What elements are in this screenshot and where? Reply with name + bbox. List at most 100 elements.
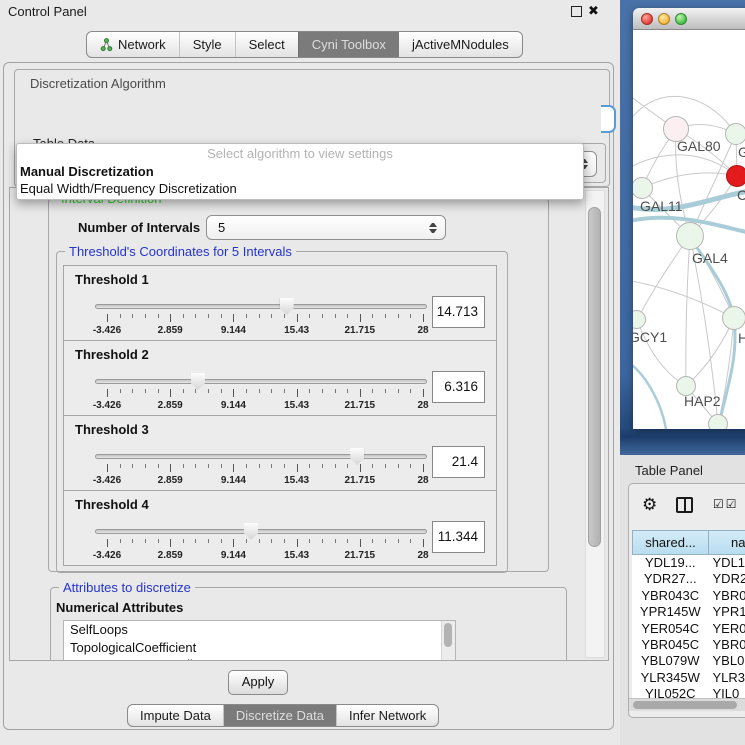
cyni-bottom-tabs: Impute Data Discretize Data Infer Networ… xyxy=(127,704,439,727)
threshold-2-slider[interactable]: -3.4262.8599.14415.4321.71528 xyxy=(95,374,427,414)
slider-thumb[interactable] xyxy=(191,373,205,390)
tab-infer-network[interactable]: Infer Network xyxy=(336,705,438,726)
network-window-titlebar[interactable] xyxy=(633,8,745,30)
slider-track xyxy=(95,454,427,459)
table-row[interactable]: YIL052CYIL0 xyxy=(632,686,745,698)
table-row[interactable]: YDR27...YDR2 xyxy=(632,571,745,587)
slider-ticks xyxy=(107,464,423,474)
slider-tick-labels: -3.4262.8599.14415.4321.71528 xyxy=(107,550,423,562)
slider-ticks xyxy=(107,539,423,549)
number-of-intervals-combobox[interactable]: 5 xyxy=(206,215,446,240)
table-row[interactable]: YLR345WYLR3 xyxy=(632,670,745,686)
threshold-2-value-field[interactable]: 6.316 xyxy=(432,371,485,403)
table-browser: ⚙ ☑☑ shared... na YDL19...YDL1 YDR27...Y… xyxy=(628,483,745,718)
table-row[interactable]: YBR045CYBR0 xyxy=(632,637,745,653)
settings-vertical-scrollbar[interactable] xyxy=(585,190,605,658)
tab-impute-data[interactable]: Impute Data xyxy=(128,705,223,726)
tab-style[interactable]: Style xyxy=(179,32,235,57)
list-item-selfloops[interactable]: SelfLoops xyxy=(64,621,455,639)
attributes-scrollbar[interactable] xyxy=(441,621,455,660)
attributes-to-discretize-label: Attributes to discretize xyxy=(59,580,195,595)
network-node-right-h[interactable] xyxy=(722,306,745,330)
node-label-g-partial: G. xyxy=(738,144,745,160)
node-label-gcy1: GCY1 xyxy=(633,329,667,345)
node-label-hap2: HAP2 xyxy=(684,393,721,409)
network-node-gal4[interactable] xyxy=(676,222,704,250)
tab-discretize-data[interactable]: Discretize Data xyxy=(223,705,336,726)
table-row[interactable]: YDL19...YDL1 xyxy=(632,555,745,571)
slider-thumb[interactable] xyxy=(350,448,364,465)
network-node-selected-red[interactable] xyxy=(726,165,745,187)
table-header-row: shared... na xyxy=(632,530,745,555)
tab-network[interactable]: Network xyxy=(87,32,179,57)
threshold-1-slider[interactable]: -3.4262.8599.14415.4321.71528 xyxy=(95,299,427,339)
threshold-2-label: Threshold 2 xyxy=(75,347,149,362)
list-item-betweennesscentrality[interactable]: BetweennessCentrality xyxy=(64,656,455,661)
numerical-attributes-label: Numerical Attributes xyxy=(56,600,183,615)
attributes-to-discretize-group: Attributes to discretize Numerical Attri… xyxy=(50,587,567,661)
control-panel-window: Control Panel ✖ Network Style Select Cyn… xyxy=(0,0,620,745)
slider-ticks xyxy=(107,389,423,399)
desktop-background: GAL80 G. C GAL11 GAL4 GCY1 H HAP2 xyxy=(620,0,745,455)
node-label-c-partial: C xyxy=(737,187,745,203)
threshold-4-label: Threshold 4 xyxy=(75,497,149,512)
popup-option-manual-discretization[interactable]: Manual Discretization xyxy=(17,163,583,180)
scrollbar-thumb[interactable] xyxy=(633,701,737,709)
node-label-gal4: GAL4 xyxy=(692,250,728,266)
threshold-4-value-field[interactable]: 11.344 xyxy=(432,521,485,553)
network-node-bottom-partial[interactable] xyxy=(708,414,728,429)
numerical-attributes-list: SelfLoops TopologicalCoefficient Between… xyxy=(63,620,456,661)
split-columns-icon[interactable] xyxy=(676,497,693,513)
column-header-name[interactable]: na xyxy=(709,530,745,555)
threshold-3-box: Threshold 3 -3.4262.8599.14415.4321.7152… xyxy=(63,415,497,491)
slider-tick-labels: -3.4262.8599.14415.4321.71528 xyxy=(107,325,423,337)
cyni-toolbox-panel: Discretization Algorithm Table Data galF… xyxy=(3,62,614,730)
list-item-topologicalcoefficient[interactable]: TopologicalCoefficient xyxy=(64,639,455,657)
slider-thumb[interactable] xyxy=(244,523,258,540)
control-panel-title: Control Panel xyxy=(8,4,87,19)
scrollbar-thumb[interactable] xyxy=(588,207,601,547)
threshold-3-value-field[interactable]: 21.4 xyxy=(432,446,485,478)
tab-cyni-toolbox[interactable]: Cyni Toolbox xyxy=(298,32,399,57)
tab-jactivemnodules[interactable]: jActiveMNodules xyxy=(399,32,522,57)
minimize-traffic-light-icon[interactable] xyxy=(658,13,670,25)
table-row[interactable]: YER054CYER0 xyxy=(632,621,745,637)
popup-option-equal-width-frequency[interactable]: Equal Width/Frequency Discretization xyxy=(17,180,583,197)
node-label-gal80: GAL80 xyxy=(677,138,721,154)
threshold-coordinates-group: Threshold's Coordinates for 5 Intervals … xyxy=(56,251,508,573)
threshold-list: Threshold 1 -3.4262.8599.14415.4321.7152… xyxy=(57,265,507,566)
table-panel: Table Panel ⚙ ☑☑ shared... na YDL19...YD… xyxy=(620,455,745,745)
table-row[interactable]: YPR145WYPR1 xyxy=(632,604,745,620)
table-panel-title: Table Panel xyxy=(635,463,703,478)
table-row[interactable]: YBL079WYBL0 xyxy=(632,653,745,669)
network-node-top-right[interactable] xyxy=(725,123,745,145)
column-header-shared-name[interactable]: shared... xyxy=(632,530,709,555)
table-row[interactable]: YBR043CYBR0 xyxy=(632,588,745,604)
table-horizontal-scrollbar[interactable] xyxy=(629,698,745,711)
tab-network-label: Network xyxy=(118,32,166,57)
scrollbar-thumb[interactable] xyxy=(444,623,452,647)
threshold-1-value-field[interactable]: 14.713 xyxy=(432,296,485,328)
slider-track xyxy=(95,379,427,384)
float-window-icon[interactable] xyxy=(571,6,582,17)
checkbox-icons[interactable]: ☑☑ xyxy=(713,497,739,511)
settings-scroll-panel: Interval Definition Number of Intervals … xyxy=(9,187,609,661)
network-window: GAL80 G. C GAL11 GAL4 GCY1 H HAP2 xyxy=(633,8,745,429)
slider-tick-labels: -3.4262.8599.14415.4321.71528 xyxy=(107,400,423,412)
slider-ticks xyxy=(107,314,423,324)
slider-thumb[interactable] xyxy=(280,298,294,315)
network-canvas[interactable]: GAL80 G. C GAL11 GAL4 GCY1 H HAP2 xyxy=(633,30,745,429)
tab-select[interactable]: Select xyxy=(235,32,298,57)
table-body: YDL19...YDL1 YDR27...YDR2 YBR043CYBR0 YP… xyxy=(632,555,745,698)
zoom-traffic-light-icon[interactable] xyxy=(675,13,687,25)
algorithm-combobox-edge[interactable] xyxy=(601,105,616,133)
threshold-4-slider[interactable]: -3.4262.8599.14415.4321.71528 xyxy=(95,524,427,564)
gear-icon[interactable]: ⚙ xyxy=(642,495,657,515)
close-traffic-light-icon[interactable] xyxy=(641,13,653,25)
threshold-3-slider[interactable]: -3.4262.8599.14415.4321.71528 xyxy=(95,449,427,489)
close-icon[interactable]: ✖ xyxy=(588,2,599,20)
threshold-2-box: Threshold 2 -3.4262.8599.14415.4321.7152… xyxy=(63,340,497,416)
threshold-1-label: Threshold 1 xyxy=(75,272,149,287)
threshold-4-box: Threshold 4 -3.4262.8599.14415.4321.7152… xyxy=(63,490,497,566)
apply-button[interactable]: Apply xyxy=(228,670,288,695)
